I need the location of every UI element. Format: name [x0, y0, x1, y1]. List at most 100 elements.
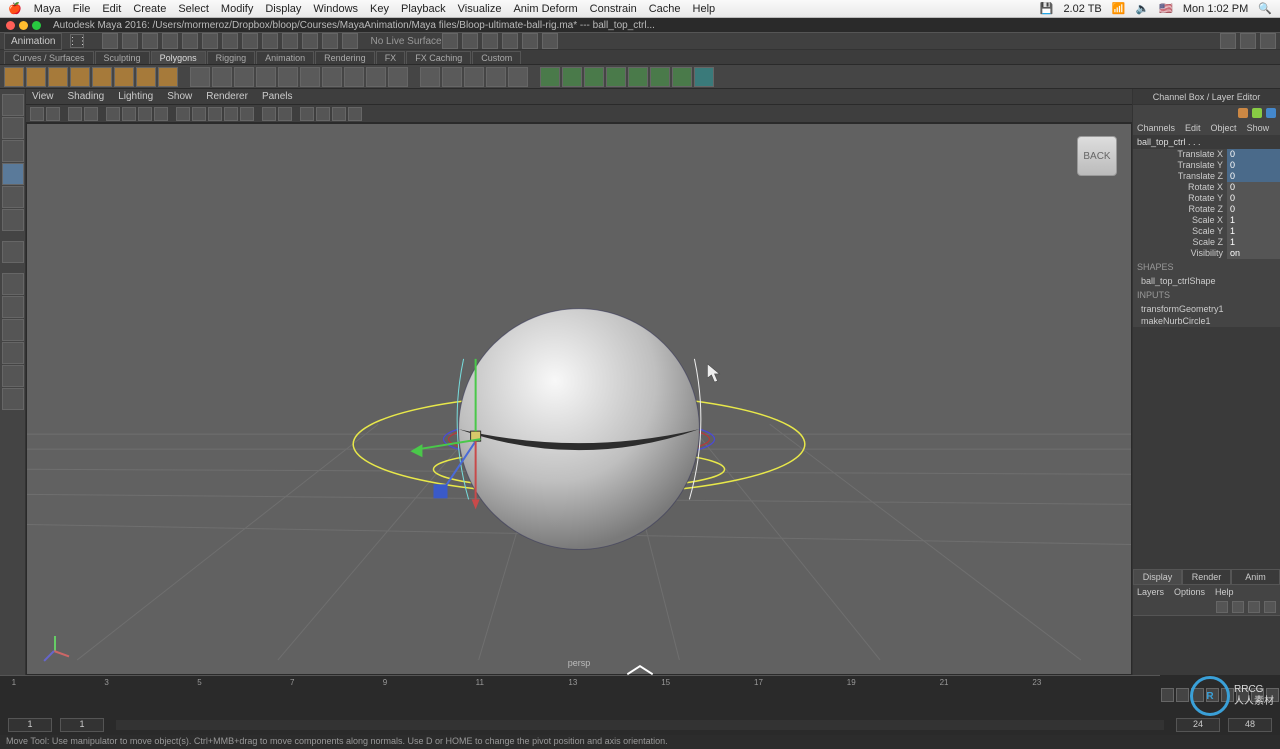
menu-constrain[interactable]: Constrain [590, 3, 637, 15]
menu-playback[interactable]: Playback [401, 3, 446, 15]
selected-object[interactable]: ball_top_ctrl . . . [1133, 135, 1280, 149]
layers-menu[interactable]: Layers [1137, 587, 1164, 597]
panel-lighting[interactable]: Lighting [118, 91, 153, 102]
cb-object[interactable]: Object [1211, 123, 1237, 133]
shadows-icon[interactable] [240, 107, 254, 121]
isolate-icon[interactable] [262, 107, 276, 121]
render-icon[interactable] [462, 33, 478, 49]
tab-curves[interactable]: Curves / Surfaces [4, 51, 94, 64]
uv-cyl-icon[interactable] [562, 67, 582, 87]
layout-graph-icon[interactable] [2, 365, 24, 387]
range-slider[interactable]: 1 1 24 48 [0, 715, 1280, 735]
sound-icon[interactable]: 🔈 [1135, 2, 1149, 15]
close-icon[interactable] [6, 21, 15, 30]
layer-new-icon[interactable] [1216, 601, 1228, 613]
tab-rigging[interactable]: Rigging [207, 51, 256, 64]
aa-icon[interactable] [348, 107, 362, 121]
poly-separate-icon[interactable] [212, 67, 232, 87]
time-slider[interactable]: 1 3 5 7 9 11 13 15 17 19 21 23 [0, 675, 1280, 715]
menu-edit[interactable]: Edit [102, 3, 121, 15]
toggle-channelbox-icon[interactable] [1220, 33, 1236, 49]
light-editor-icon[interactable] [542, 33, 558, 49]
triangulate-icon[interactable] [442, 67, 462, 87]
step-back-key-button[interactable] [1176, 688, 1189, 702]
uv-sphere-icon[interactable] [584, 67, 604, 87]
gate-mask-icon[interactable] [154, 107, 168, 121]
menu-key[interactable]: Key [370, 3, 389, 15]
poly-multicut-icon[interactable] [344, 67, 364, 87]
panel-shading[interactable]: Shading [68, 91, 105, 102]
ao-icon[interactable] [332, 107, 346, 121]
menu-file[interactable]: File [73, 3, 91, 15]
attr-value[interactable]: 1 [1227, 237, 1280, 248]
attr-value[interactable]: 1 [1227, 215, 1280, 226]
poly-sphere-icon[interactable] [4, 67, 24, 87]
tab-fxcaching[interactable]: FX Caching [406, 51, 471, 64]
attr-label[interactable]: Rotate Z [1133, 204, 1227, 215]
menu-display[interactable]: Display [265, 3, 301, 15]
attr-label[interactable]: Translate Z [1133, 171, 1227, 182]
redo-icon[interactable] [182, 33, 198, 49]
layers-help[interactable]: Help [1215, 587, 1234, 597]
textured-icon[interactable] [208, 107, 222, 121]
search-icon[interactable]: 🔍 [1258, 2, 1272, 15]
menu-app[interactable]: Maya [34, 3, 61, 15]
film-gate-icon[interactable] [122, 107, 136, 121]
mirror-icon[interactable] [420, 67, 440, 87]
range-slider-bar[interactable] [116, 720, 1164, 730]
layer-list[interactable] [1133, 615, 1280, 675]
save-scene-icon[interactable] [142, 33, 158, 49]
paint-tool[interactable] [2, 140, 24, 162]
substance-icon[interactable] [694, 67, 714, 87]
input-node[interactable]: transformGeometry1 [1133, 303, 1280, 315]
quadrangulate-icon[interactable] [464, 67, 484, 87]
layer-add-icon[interactable] [1264, 601, 1276, 613]
panel-panels[interactable]: Panels [262, 91, 293, 102]
lights-icon[interactable] [224, 107, 238, 121]
poly-combine-icon[interactable] [190, 67, 210, 87]
snap-live-icon[interactable] [342, 33, 358, 49]
tab-rendering[interactable]: Rendering [315, 51, 375, 64]
paint-select-icon[interactable] [242, 33, 258, 49]
open-scene-icon[interactable] [122, 33, 138, 49]
select-camera-icon[interactable] [30, 107, 44, 121]
select-mode-icon[interactable] [202, 33, 218, 49]
snap-grid-icon[interactable] [262, 33, 278, 49]
go-to-start-button[interactable] [1161, 688, 1174, 702]
select-tool[interactable] [2, 94, 24, 116]
lasso-icon[interactable] [222, 33, 238, 49]
attr-label[interactable]: Rotate Y [1133, 193, 1227, 204]
hypershade-icon[interactable] [522, 33, 538, 49]
layout-outliner-icon[interactable] [2, 319, 24, 341]
poly-targetweld-icon[interactable] [366, 67, 386, 87]
softedge-icon[interactable] [486, 67, 506, 87]
attr-label[interactable]: Scale X [1133, 215, 1227, 226]
layout-four-icon[interactable] [2, 296, 24, 318]
wireframe-icon[interactable] [176, 107, 190, 121]
snap-curve-icon[interactable] [282, 33, 298, 49]
scale-tool[interactable] [2, 209, 24, 231]
flag-icon[interactable]: 🇺🇸 [1159, 2, 1173, 15]
render-settings-icon[interactable] [502, 33, 518, 49]
poly-extrude-icon[interactable] [278, 67, 298, 87]
motion-blur-icon[interactable] [316, 107, 330, 121]
snap-plane-icon[interactable] [322, 33, 338, 49]
tab-polygons[interactable]: Polygons [151, 51, 206, 64]
attr-label[interactable]: Translate X [1133, 149, 1227, 160]
tab-custom[interactable]: Custom [472, 51, 521, 64]
attr-value[interactable]: 0 [1227, 149, 1280, 160]
poly-booleans-icon[interactable] [256, 67, 276, 87]
layout-dope-icon[interactable] [2, 388, 24, 410]
construction-history-icon[interactable] [442, 33, 458, 49]
attr-label[interactable]: Visibility [1133, 248, 1227, 259]
attr-value[interactable]: 1 [1227, 226, 1280, 237]
bookmark-icon[interactable] [68, 107, 82, 121]
attr-label[interactable]: Scale Z [1133, 237, 1227, 248]
uv-planar-icon[interactable] [540, 67, 560, 87]
toggle-toolsettings-icon[interactable] [1240, 33, 1256, 49]
manip-speed-icon3[interactable] [1266, 108, 1276, 118]
menu-select[interactable]: Select [178, 3, 209, 15]
poly-smooth-icon[interactable] [234, 67, 254, 87]
last-tool[interactable] [2, 241, 24, 263]
panel-view[interactable]: View [32, 91, 54, 102]
